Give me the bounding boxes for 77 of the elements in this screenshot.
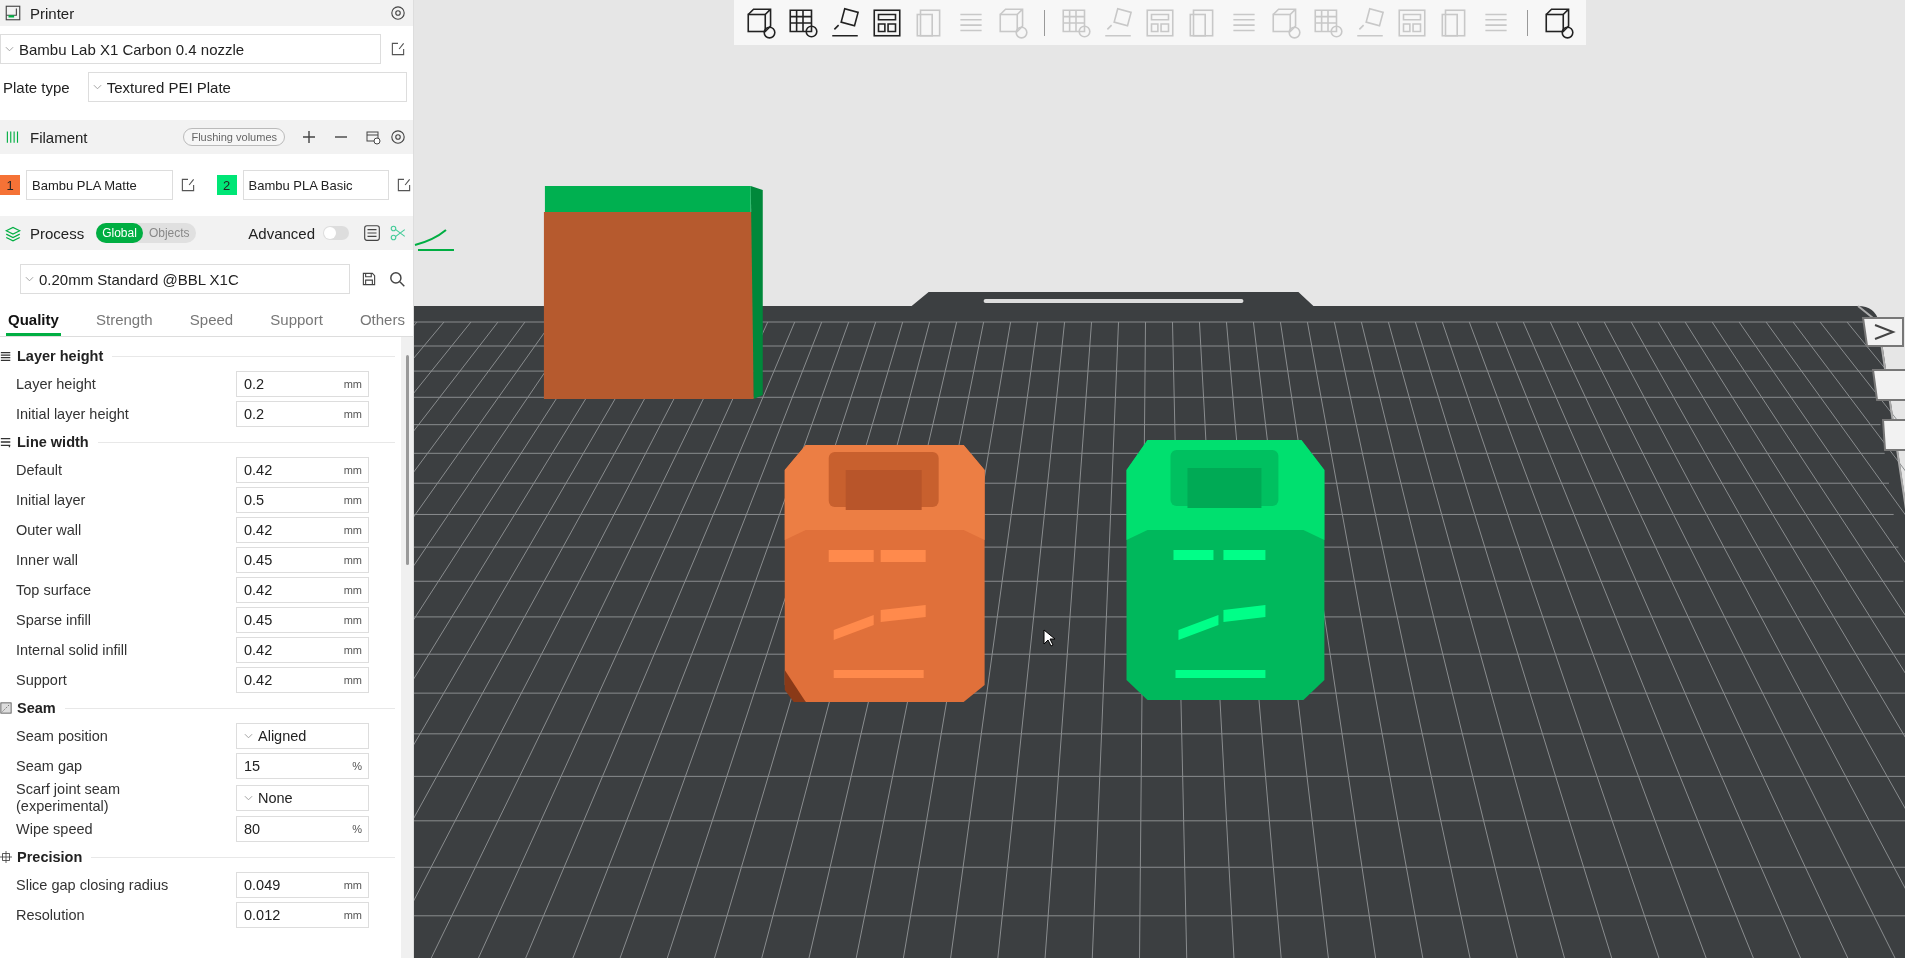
setting-dropdown[interactable]: None	[236, 784, 369, 811]
settings-tab[interactable]: Support	[268, 306, 325, 336]
layers-icon	[4, 224, 22, 242]
sync-icon[interactable]	[365, 129, 381, 145]
number-field[interactable]: 0.2 mm	[236, 371, 369, 397]
list-icon[interactable]	[363, 224, 381, 242]
number-field[interactable]: 0.45 mm	[236, 607, 369, 633]
group-title: Seam	[17, 700, 56, 716]
number-field[interactable]: 15 %	[236, 753, 369, 779]
lines-icon	[0, 436, 12, 448]
printer-icon	[4, 4, 22, 22]
advanced-switch[interactable]	[323, 226, 349, 240]
setting-dropdown[interactable]: Aligned	[236, 723, 369, 749]
setting-label: Seam position	[16, 727, 109, 745]
settings-tab[interactable]: Speed	[187, 306, 236, 336]
add-icon[interactable]	[301, 129, 317, 145]
number-field[interactable]: 0.45 mm	[236, 547, 369, 573]
plate-type-label: Plate type	[2, 78, 70, 96]
setting-label: Scarf joint seam (experimental)	[16, 781, 121, 815]
chevron-icon	[244, 733, 253, 739]
flushing-volumes-button[interactable]: Flushing volumes	[183, 128, 285, 146]
scissors-icon[interactable]	[389, 224, 407, 242]
setting-label: Internal solid infill	[16, 641, 129, 659]
filament-dropdown[interactable]: Bambu PLA Basic	[242, 170, 389, 200]
setting-label: Wipe speed	[16, 821, 94, 838]
edit-icon[interactable]	[395, 176, 413, 194]
save-icon[interactable]	[360, 270, 378, 288]
setting-label: Inner wall	[16, 551, 80, 569]
settings-tab[interactable]: Quality	[6, 306, 61, 336]
group-title: Line width	[17, 434, 89, 450]
settings-icon[interactable]	[389, 4, 407, 22]
settings-icon[interactable]	[389, 128, 407, 146]
filament-number: 1	[0, 175, 20, 195]
setting-label: Support	[16, 671, 68, 689]
setting-label: Layer height	[16, 375, 97, 393]
setting-label: Seam gap	[16, 757, 84, 775]
number-field[interactable]: 80 %	[236, 816, 369, 843]
crosshair-icon	[0, 851, 12, 864]
number-field[interactable]: 0.42 mm	[236, 667, 369, 693]
chevron-icon	[25, 276, 34, 282]
setting-label: Sparse infill	[16, 611, 92, 629]
process-preset-dropdown[interactable]: 0.20mm Standard @BBL X1C	[20, 264, 350, 294]
setting-label: Resolution	[16, 907, 86, 924]
number-field[interactable]: 0.42 mm	[236, 637, 369, 663]
number-field[interactable]: 0.2 mm	[236, 401, 369, 427]
search-icon[interactable]	[388, 270, 406, 288]
setting-label: Initial layer height	[16, 405, 130, 423]
group-title: Precision	[17, 849, 83, 866]
lines-icon	[0, 350, 12, 362]
settings-tab[interactable]: Strength	[93, 306, 155, 336]
plate-type-dropdown[interactable]: Textured PEI Plate	[87, 72, 407, 102]
section-title: Process	[30, 224, 85, 242]
number-field[interactable]: 0.049 mm	[236, 872, 369, 899]
setting-label: Slice gap closing radius	[16, 877, 170, 894]
setting-label: Top surface	[16, 581, 92, 599]
number-field[interactable]: 0.42 mm	[236, 577, 369, 603]
setting-label: Default	[16, 461, 63, 479]
number-field[interactable]: 0.42 mm	[236, 457, 369, 483]
advanced-label: Advanced	[248, 224, 315, 242]
pointer-icon	[1043, 629, 1055, 647]
group-title: Layer height	[17, 348, 104, 364]
setting-label: Outer wall	[16, 521, 83, 539]
section-title: Filament	[30, 128, 88, 146]
edit-icon[interactable]	[389, 40, 407, 58]
number-field[interactable]: 0.42 mm	[236, 517, 369, 543]
filament-dropdown[interactable]: Bambu PLA Matte	[26, 170, 173, 200]
setting-label: Initial layer	[16, 491, 87, 509]
chevron-icon	[5, 46, 14, 52]
section-title: Printer	[30, 4, 75, 22]
filament-number: 2	[216, 175, 237, 195]
number-field[interactable]: 0.5 mm	[236, 487, 369, 513]
number-field[interactable]: 0.012 mm	[236, 902, 369, 929]
chevron-icon	[92, 84, 102, 90]
scrollbar[interactable]	[401, 337, 413, 958]
printer-dropdown[interactable]: Bambu Lab X1 Carbon 0.4 nozzle	[0, 34, 381, 64]
chevron-icon	[244, 794, 253, 801]
settings-tab[interactable]: Others	[357, 306, 407, 336]
